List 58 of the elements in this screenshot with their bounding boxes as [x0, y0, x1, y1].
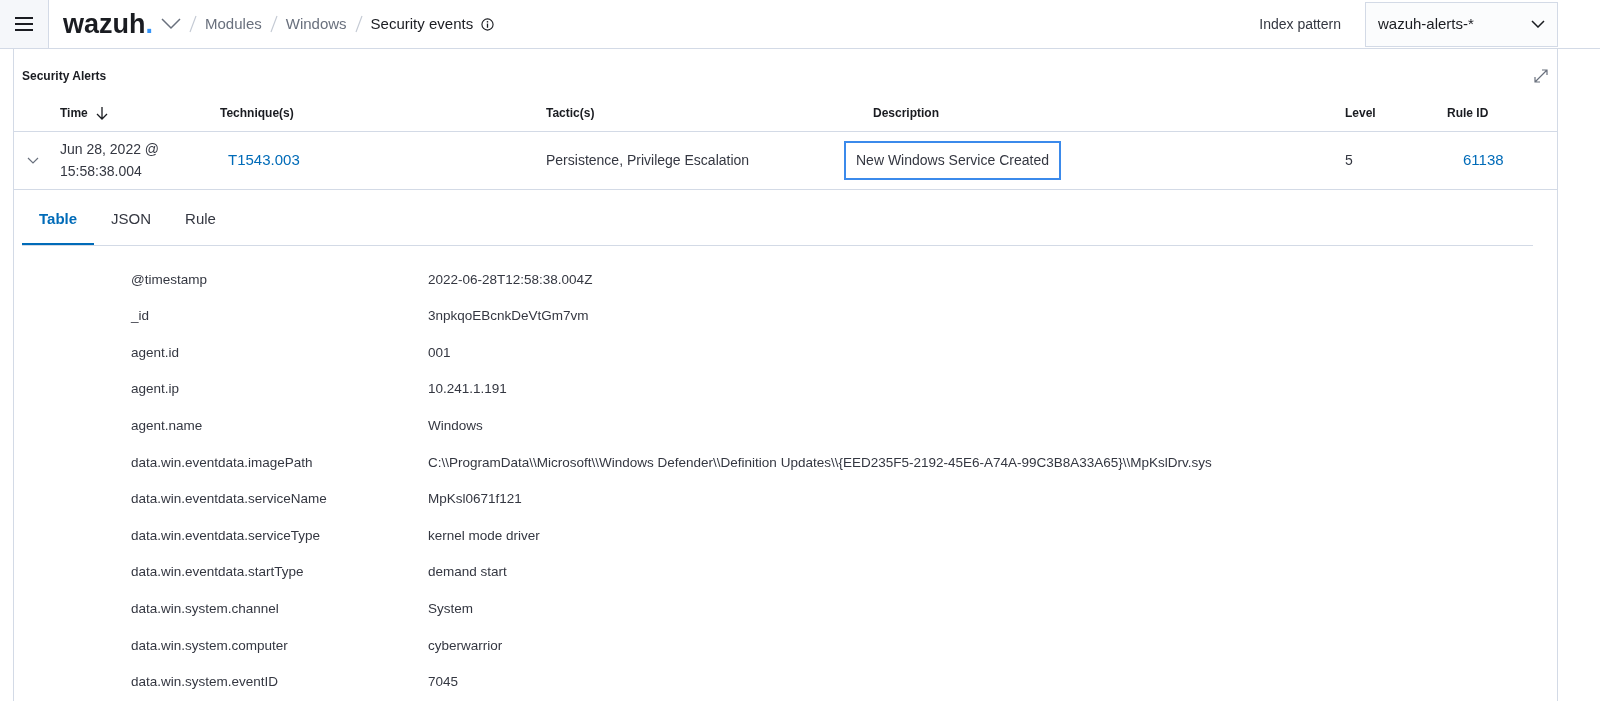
tab[interactable]: JSON [94, 196, 169, 245]
field-name: data.win.system.eventID [130, 673, 280, 692]
column-header[interactable]: Time [60, 104, 108, 122]
technique-link[interactable]: T1543.003 [212, 151, 300, 169]
index-pattern-label: Index pattern [1259, 14, 1341, 34]
table-cell-text: Persistence, Privilege Escalation [545, 150, 751, 170]
tab[interactable]: Rule [168, 196, 233, 245]
field-name: _id [129, 307, 150, 326]
field-value: demand start [428, 563, 507, 582]
column-header[interactable]: Rule ID [1447, 104, 1489, 122]
breadcrumb-link[interactable]: Modules [205, 12, 262, 36]
chevron-down-icon [1531, 20, 1545, 28]
table-cell-text: 5 [1344, 150, 1354, 170]
field-name: data.win.eventdata.imagePath [130, 453, 314, 472]
fullscreen-icon[interactable] [1533, 67, 1549, 84]
field-value: cyberwarrior [428, 636, 503, 655]
field-name: data.win.system.channel [130, 600, 280, 618]
breadcrumb-link[interactable]: Windows [285, 12, 347, 36]
field-name: data.win.eventdata.startType [130, 563, 305, 582]
field-value: C:\\ProgramData\\Microsoft\\Windows Defender\\Definition Updates\\{EED235F5-2192-45E6-A74A-99C3B8A33A65}\\MpKslDrv.sys [428, 453, 1212, 472]
field-name: agent.name [130, 417, 204, 436]
field-name: agent.ip [130, 380, 181, 399]
panel-title: Security Alerts [22, 67, 107, 85]
breadcrumb-separator-icon [269, 15, 278, 33]
field-name: data.win.eventdata.serviceType [130, 526, 322, 545]
field-value: 2022-06-28T12:58:38.004Z [428, 270, 593, 289]
field-value: Windows [428, 417, 483, 436]
field-name: data.win.system.computer [130, 636, 289, 655]
rule-id-link[interactable]: 61138 [1447, 151, 1504, 169]
field-value: 001 [428, 343, 451, 362]
chevron-down-icon[interactable] [161, 18, 182, 30]
column-header[interactable]: Description [873, 104, 939, 122]
menu-icon [15, 17, 33, 31]
field-value: 3npkqoEBcnkDeVtGm7vm [428, 307, 589, 326]
table-cell-text: Jun 28, 2022 @ 15:58:38.004 [59, 139, 161, 181]
field-value: System [428, 600, 473, 618]
breadcrumb-separator-icon [354, 15, 363, 33]
breadcrumb-separator-icon [189, 15, 198, 33]
field-value: 10.241.1.191 [428, 380, 507, 399]
field-value: kernel mode driver [428, 526, 540, 545]
field-value: 7045 [428, 673, 459, 692]
column-header[interactable]: Tactic(s) [546, 104, 595, 122]
tab[interactable]: Table [22, 196, 95, 245]
column-header[interactable]: Technique(s) [220, 104, 294, 122]
logo: wazuh. [63, 10, 154, 38]
table-cell: New Windows Service Created [846, 143, 1059, 178]
menu-button[interactable] [0, 0, 49, 48]
index-pattern-value: wazuh-alerts-* [1378, 13, 1474, 34]
index-pattern-select[interactable]: wazuh-alerts-* [1365, 1, 1558, 47]
field-name: data.win.eventdata.serviceName [130, 490, 328, 509]
info-icon[interactable] [481, 17, 495, 31]
field-value: MpKsl0671f121 [428, 490, 522, 509]
breadcrumb-current: Security events [370, 13, 474, 34]
field-name: agent.id [130, 343, 181, 362]
column-header[interactable]: Level [1345, 104, 1376, 122]
field-name: @timestamp [130, 270, 208, 289]
sort-arrow-icon[interactable] [95, 106, 108, 120]
chevron-down-icon[interactable] [27, 156, 39, 165]
